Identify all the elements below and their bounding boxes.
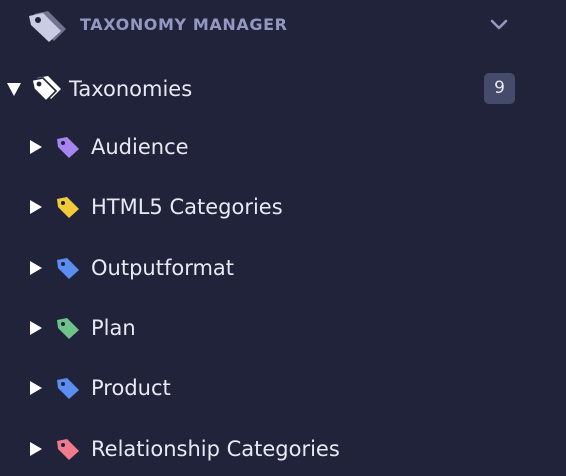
count-badge: 9: [484, 73, 515, 104]
caret-right-icon[interactable]: [28, 379, 44, 397]
tree-item-audience[interactable]: Audience: [0, 127, 566, 167]
panel-header[interactable]: TAXONOMY MANAGER: [0, 0, 566, 50]
tree-item-plan[interactable]: Plan: [0, 308, 566, 348]
tree-root-label[interactable]: Taxonomies: [69, 74, 192, 104]
caret-down-icon[interactable]: [5, 80, 23, 98]
tree-item-html5-categories[interactable]: HTML5 Categories: [0, 187, 566, 227]
tag-icon: [57, 137, 79, 158]
tag-icon: [57, 378, 79, 399]
tree-item-relationship-categories[interactable]: Relationship Categories: [0, 429, 566, 469]
caret-right-icon[interactable]: [28, 138, 44, 156]
tree-item-label[interactable]: Plan: [91, 313, 136, 343]
tag-icon: [57, 439, 79, 460]
tags-icon: [31, 76, 61, 102]
taxonomy-manager-panel: TAXONOMY MANAGER Taxonomies 9 Audience HT…: [0, 0, 566, 476]
panel-title: TAXONOMY MANAGER: [80, 15, 288, 34]
tree-item-label[interactable]: Audience: [91, 132, 189, 162]
caret-right-icon[interactable]: [28, 440, 44, 458]
caret-right-icon[interactable]: [28, 259, 44, 277]
tags-icon: [29, 11, 66, 42]
tree-item-outputformat[interactable]: Outputformat: [0, 248, 566, 288]
tag-icon: [57, 318, 79, 339]
caret-right-icon[interactable]: [28, 198, 44, 216]
tag-icon: [57, 258, 79, 279]
tag-icon: [57, 197, 79, 218]
tree-item-label[interactable]: Outputformat: [91, 253, 234, 283]
tree-item-label[interactable]: HTML5 Categories: [91, 192, 283, 222]
caret-right-icon[interactable]: [28, 319, 44, 337]
tree-root-taxonomies[interactable]: Taxonomies 9: [0, 70, 566, 108]
tree-item-label[interactable]: Relationship Categories: [91, 434, 340, 464]
tree-item-product[interactable]: Product: [0, 368, 566, 408]
chevron-down-icon[interactable]: [486, 12, 512, 38]
tree-item-label[interactable]: Product: [91, 373, 171, 403]
